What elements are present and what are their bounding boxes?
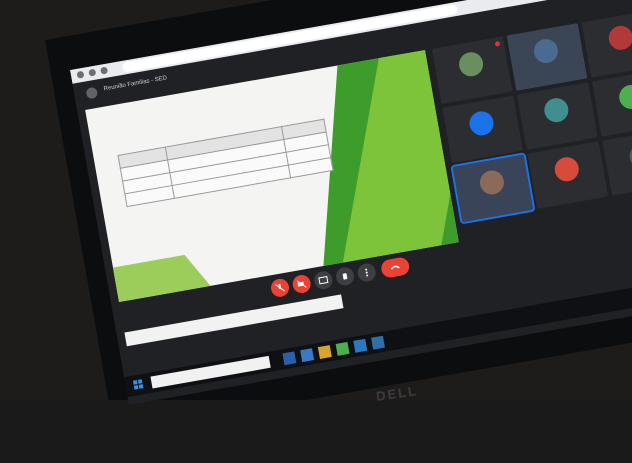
notification-bar	[124, 294, 344, 347]
participant-tile[interactable]	[527, 141, 609, 209]
store-icon[interactable]	[353, 338, 368, 353]
more-options-button[interactable]	[356, 262, 378, 283]
call-controls	[269, 256, 411, 303]
avatar	[552, 155, 581, 184]
reload-icon[interactable]	[100, 66, 109, 75]
avatar	[606, 23, 632, 52]
present-icon	[318, 275, 329, 285]
participant-tile[interactable]	[506, 23, 588, 91]
participant-tile[interactable]	[581, 9, 632, 78]
slide-table	[117, 119, 333, 208]
participant-tile[interactable]	[602, 128, 632, 196]
participant-tile-self[interactable]	[450, 152, 536, 225]
avatar	[627, 142, 632, 170]
windows-logo-icon	[133, 385, 139, 390]
participant-tile[interactable]	[517, 82, 598, 150]
windows-logo-icon	[138, 384, 144, 389]
avatar	[617, 83, 632, 111]
mail-icon[interactable]	[371, 335, 385, 350]
laptop-keyboard-area	[0, 400, 632, 463]
leave-call-button[interactable]	[379, 256, 411, 279]
file-explorer-icon[interactable]	[317, 345, 332, 359]
leave-call-icon	[390, 265, 400, 270]
task-view-icon[interactable]	[282, 351, 297, 366]
meeting-info-icon[interactable]	[85, 86, 99, 100]
camera-button[interactable]	[291, 273, 313, 295]
participant-tile[interactable]	[591, 69, 632, 137]
back-icon[interactable]	[76, 70, 85, 79]
muted-icon	[494, 40, 501, 47]
avatar	[542, 96, 571, 125]
participant-tile[interactable]	[442, 95, 523, 164]
meeting-title: Reunião Familias - SED	[103, 75, 168, 93]
mic-off-icon	[275, 283, 285, 292]
chrome-icon[interactable]	[335, 341, 350, 356]
forward-icon[interactable]	[88, 68, 97, 77]
mic-button[interactable]	[269, 277, 291, 299]
avatar	[457, 50, 485, 79]
avatar	[532, 37, 560, 65]
hand-icon	[342, 273, 348, 280]
avatar	[478, 168, 506, 197]
raise-hand-button[interactable]	[334, 265, 356, 287]
start-button[interactable]	[132, 379, 145, 391]
present-button[interactable]	[312, 269, 334, 291]
avatar	[467, 109, 496, 138]
edge-browser-icon[interactable]	[300, 348, 315, 363]
camera-off-icon	[296, 280, 307, 288]
participant-tile[interactable]	[431, 36, 513, 104]
more-icon	[365, 268, 369, 277]
